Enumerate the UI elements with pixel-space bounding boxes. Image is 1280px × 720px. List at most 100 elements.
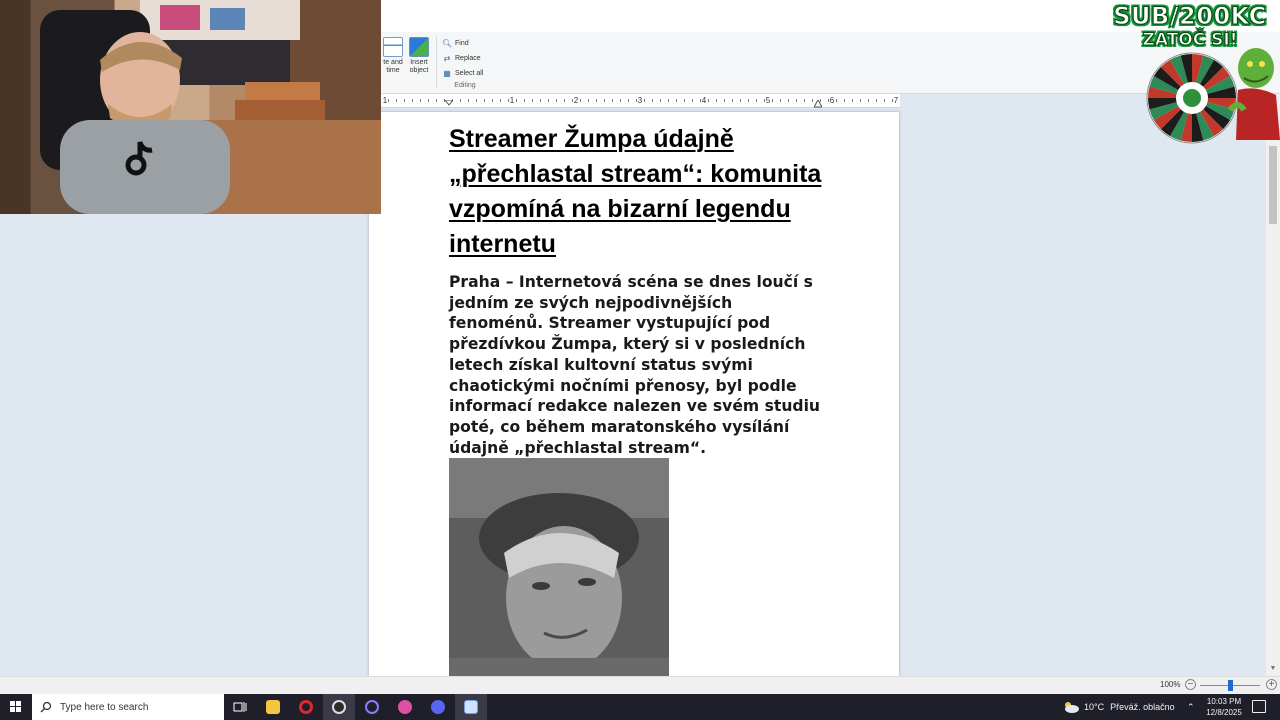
app-button-pink[interactable]: [389, 694, 421, 720]
ruler-tick: [804, 99, 805, 102]
ruler-tick: [500, 99, 501, 102]
ruler-tick: [652, 99, 653, 102]
insert-object-icon: [409, 37, 429, 57]
ruler-tick: [732, 99, 733, 102]
find-button[interactable]: 🔍︎ Find: [442, 36, 492, 51]
start-button[interactable]: [0, 694, 32, 720]
windows-icon: [10, 701, 21, 712]
ruler-tick: [780, 99, 781, 102]
promo-line-1: SUB/200KC: [1113, 2, 1267, 31]
ruler-tick: [764, 99, 765, 102]
ruler-tick: [540, 99, 541, 102]
find-label: Find: [455, 40, 469, 47]
grinch-sticker-icon: [1228, 48, 1280, 140]
ruler-tick: [828, 99, 829, 102]
editing-group-label: Editing: [454, 82, 476, 89]
folder-icon: [266, 700, 280, 714]
task-view-icon: [233, 702, 247, 712]
ruler-tick: [588, 99, 589, 102]
clock-date: 12/8/2025: [1206, 708, 1242, 717]
editing-group: 🔍︎ Find ⇄ Replace ▦ Select all: [442, 36, 492, 81]
ruler-tick: [604, 99, 605, 102]
taskbar-clock[interactable]: 10:03 PM 12/8/2025: [1200, 696, 1248, 718]
select-all-icon: ▦: [443, 69, 451, 78]
ruler-tick: [676, 99, 677, 102]
ruler-tick: [564, 99, 565, 102]
zoom-in-button[interactable]: +: [1266, 679, 1277, 690]
calendar-clock-icon: [383, 37, 403, 57]
portrait-image: [449, 458, 669, 676]
opera-browser-button[interactable]: [290, 694, 322, 720]
insert-object-button[interactable]: Insert object: [406, 37, 432, 75]
replace-button[interactable]: ⇄ Replace: [442, 51, 492, 66]
ruler-tick: [668, 99, 669, 102]
weather-widget[interactable]: 10°C Převáž. oblačno: [1062, 694, 1175, 720]
date-and-time-label: te and time: [383, 59, 403, 74]
ruler-tick: [492, 99, 493, 102]
vertical-scrollbar[interactable]: ▲ ▼: [1266, 94, 1280, 676]
ruler-tick: [476, 99, 477, 102]
pink-app-icon: [398, 700, 412, 714]
ruler-tick: [868, 99, 869, 102]
document-page[interactable]: Streamer Žumpa údajně „přechlastal strea…: [369, 112, 899, 676]
ruler-tick: [428, 99, 429, 102]
ruler-tick: [396, 99, 397, 102]
wordpad-button[interactable]: [455, 694, 487, 720]
tray-overflow-button[interactable]: ⌃: [1187, 694, 1195, 720]
ruler-tick: [884, 99, 885, 102]
ruler-tick: [860, 99, 861, 102]
ruler-tick: [460, 99, 461, 102]
search-icon: [40, 701, 52, 713]
article-body: Praha – Internetová scéna se dnes loučí …: [449, 273, 821, 457]
app-button-circle[interactable]: [356, 694, 388, 720]
task-view-button[interactable]: [224, 694, 256, 720]
file-explorer-button[interactable]: [257, 694, 289, 720]
opera-icon: [299, 700, 313, 714]
scrollbar-thumb[interactable]: [1269, 146, 1277, 224]
obs-button[interactable]: [323, 694, 355, 720]
app-button-discord[interactable]: [422, 694, 454, 720]
ruler[interactable]: 1 1 2 3 4 5 6 7: [380, 94, 900, 108]
ruler-tick: [812, 99, 813, 102]
notification-center-icon[interactable]: [1252, 700, 1266, 713]
ruler-tick: [388, 99, 389, 102]
ruler-tick: [452, 99, 453, 102]
scroll-down-icon[interactable]: ▼: [1268, 664, 1278, 674]
ruler-tick: [820, 99, 821, 102]
search-placeholder: Type here to search: [60, 701, 149, 713]
ribbon-divider: [436, 36, 437, 88]
taskbar-search-box[interactable]: Type here to search: [32, 694, 224, 720]
ruler-tick: [724, 99, 725, 102]
webcam-feed: [40, 0, 381, 214]
replace-icon: ⇄: [443, 54, 451, 63]
ruler-tick: [660, 99, 661, 102]
ruler-tick: [508, 99, 509, 102]
zoom-slider-thumb[interactable]: [1228, 680, 1233, 691]
ruler-tick: [404, 99, 405, 102]
ruler-tick: [548, 99, 549, 102]
ruler-tick: [484, 99, 485, 102]
ruler-tick: [596, 99, 597, 102]
ruler-tick: [644, 99, 645, 102]
article-photo: [449, 458, 669, 676]
ruler-tick: [844, 99, 845, 102]
ruler-tick: [876, 99, 877, 102]
ruler-tick: [444, 99, 445, 102]
ruler-tick: [708, 99, 709, 102]
select-all-button[interactable]: ▦ Select all: [442, 66, 492, 81]
ruler-tick: [892, 99, 893, 102]
cloud-icon: [1065, 702, 1079, 713]
zoom-level: 100%: [1160, 680, 1181, 689]
status-bar: 100% − +: [0, 676, 1280, 694]
weather-description: Převáž. oblačno: [1110, 702, 1175, 712]
ruler-tick: [740, 99, 741, 102]
ruler-tick: [412, 99, 413, 102]
select-all-label: Select all: [455, 70, 484, 77]
ruler-tick: [796, 99, 797, 102]
ruler-tick: [420, 99, 421, 102]
ruler-tick: [716, 99, 717, 102]
webcam-overlay: [0, 0, 381, 214]
zoom-out-button[interactable]: −: [1185, 679, 1196, 690]
ruler-tick: [692, 99, 693, 102]
date-and-time-button[interactable]: te and time: [380, 37, 406, 75]
